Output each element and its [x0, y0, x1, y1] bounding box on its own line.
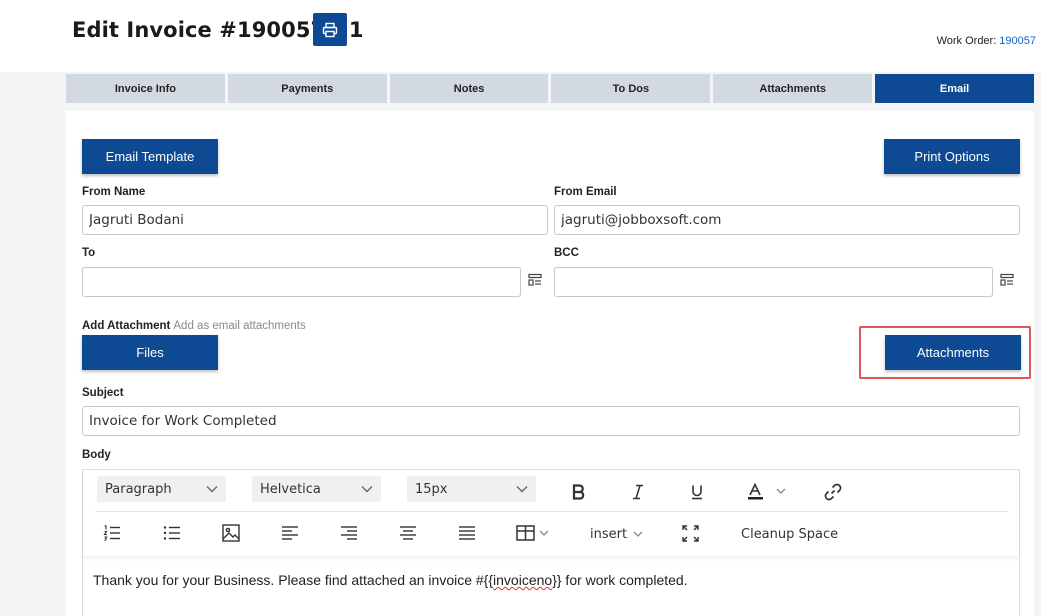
contact-list-icon[interactable]	[528, 273, 542, 287]
tab-notes[interactable]: Notes	[389, 74, 549, 103]
insert-image-button[interactable]	[222, 524, 240, 542]
rich-text-editor[interactable]: Paragraph Helvetica 15px insert Cleanup …	[82, 469, 1020, 616]
files-button[interactable]: Files	[82, 335, 218, 370]
ordered-list-icon	[103, 525, 120, 541]
fullscreen-icon	[681, 524, 699, 542]
toolbar-row-1	[95, 476, 1008, 512]
tab-invoice-info[interactable]: Invoice Info	[66, 74, 225, 103]
link-icon	[824, 483, 842, 501]
body-text-start: Thank you for your Business. Please find…	[93, 572, 494, 588]
cleanup-space-button[interactable]: Cleanup Space	[741, 525, 838, 543]
chevron-down-icon	[516, 486, 528, 493]
font-select[interactable]: Helvetica	[252, 476, 381, 502]
from-email-field[interactable]	[554, 205, 1020, 235]
from-name-field[interactable]	[82, 205, 548, 235]
italic-button[interactable]	[628, 482, 648, 502]
to-field[interactable]	[82, 267, 521, 297]
paragraph-select[interactable]: Paragraph	[97, 476, 226, 502]
chevron-down-icon	[361, 486, 373, 493]
align-center-button[interactable]	[399, 524, 417, 542]
link-button[interactable]	[822, 482, 844, 502]
italic-icon	[633, 484, 643, 500]
insert-table-button[interactable]	[515, 524, 553, 542]
to-label: To	[82, 247, 96, 259]
align-left-button[interactable]	[281, 524, 299, 542]
tab-attachments[interactable]: Attachments	[713, 74, 873, 103]
tab-bar: Invoice Info Payments Notes To Dos Attac…	[66, 74, 1034, 103]
print-options-button[interactable]: Print Options	[884, 139, 1020, 174]
invoiceno-token: invoiceno	[493, 572, 553, 588]
text-color-button[interactable]	[743, 482, 791, 502]
add-attachment-label: Add Attachment Add as email attachments	[82, 320, 306, 332]
table-icon	[516, 525, 549, 541]
email-template-button[interactable]: Email Template	[82, 139, 218, 174]
add-attachment-hint: Add as email attachments	[173, 320, 306, 332]
align-right-button[interactable]	[340, 524, 358, 542]
underline-button[interactable]	[687, 482, 707, 502]
tab-email[interactable]: Email	[875, 74, 1034, 103]
bcc-label: BCC	[554, 247, 579, 259]
body-label: Body	[82, 449, 111, 461]
ordered-list-button[interactable]	[103, 524, 121, 542]
subject-field[interactable]	[82, 406, 1020, 436]
bold-icon	[572, 484, 585, 500]
work-order-label: Work Order:	[936, 35, 997, 47]
add-attachment-title: Add Attachment	[82, 320, 171, 332]
tab-to-dos[interactable]: To Dos	[551, 74, 711, 103]
subject-label: Subject	[82, 387, 124, 399]
work-order-link[interactable]: 190057	[999, 35, 1036, 47]
size-select[interactable]: 15px	[407, 476, 536, 502]
printer-icon	[322, 22, 338, 37]
align-left-icon	[282, 526, 298, 540]
attachments-button[interactable]: Attachments	[885, 335, 1021, 370]
bullet-list-button[interactable]	[163, 524, 181, 542]
insert-label: insert	[590, 526, 628, 542]
chevron-down-icon	[633, 531, 643, 537]
page-header: Edit Invoice #190057 - 1 Work Order: 1900…	[0, 0, 1041, 72]
print-button[interactable]	[313, 13, 347, 46]
align-right-icon	[341, 526, 357, 540]
bcc-field[interactable]	[554, 267, 993, 297]
chevron-down-icon	[206, 486, 218, 493]
editor-toolbar: Paragraph Helvetica 15px insert Cleanup …	[83, 470, 1019, 556]
align-justify-button[interactable]	[458, 524, 476, 542]
tab-payments[interactable]: Payments	[227, 74, 387, 103]
fullscreen-button[interactable]	[681, 524, 699, 542]
underline-icon	[692, 485, 702, 500]
paragraph-select-value: Paragraph	[105, 481, 172, 497]
from-name-label: From Name	[82, 186, 146, 198]
work-order-info: Work Order: 190057	[937, 35, 1036, 47]
insert-dropdown[interactable]: insert	[590, 525, 643, 543]
align-justify-icon	[459, 526, 475, 540]
font-select-value: Helvetica	[260, 481, 321, 497]
body-text-end: }} for work completed.	[552, 572, 688, 588]
align-center-icon	[400, 526, 416, 540]
from-email-label: From Email	[554, 186, 617, 198]
size-select-value: 15px	[415, 481, 448, 497]
bullet-list-icon	[163, 526, 180, 540]
bold-button[interactable]	[569, 482, 589, 502]
image-icon	[222, 524, 240, 542]
editor-body-text[interactable]: Thank you for your Business. Please find…	[93, 572, 688, 588]
text-color-icon	[748, 483, 786, 500]
contact-list-icon[interactable]	[1000, 273, 1014, 287]
